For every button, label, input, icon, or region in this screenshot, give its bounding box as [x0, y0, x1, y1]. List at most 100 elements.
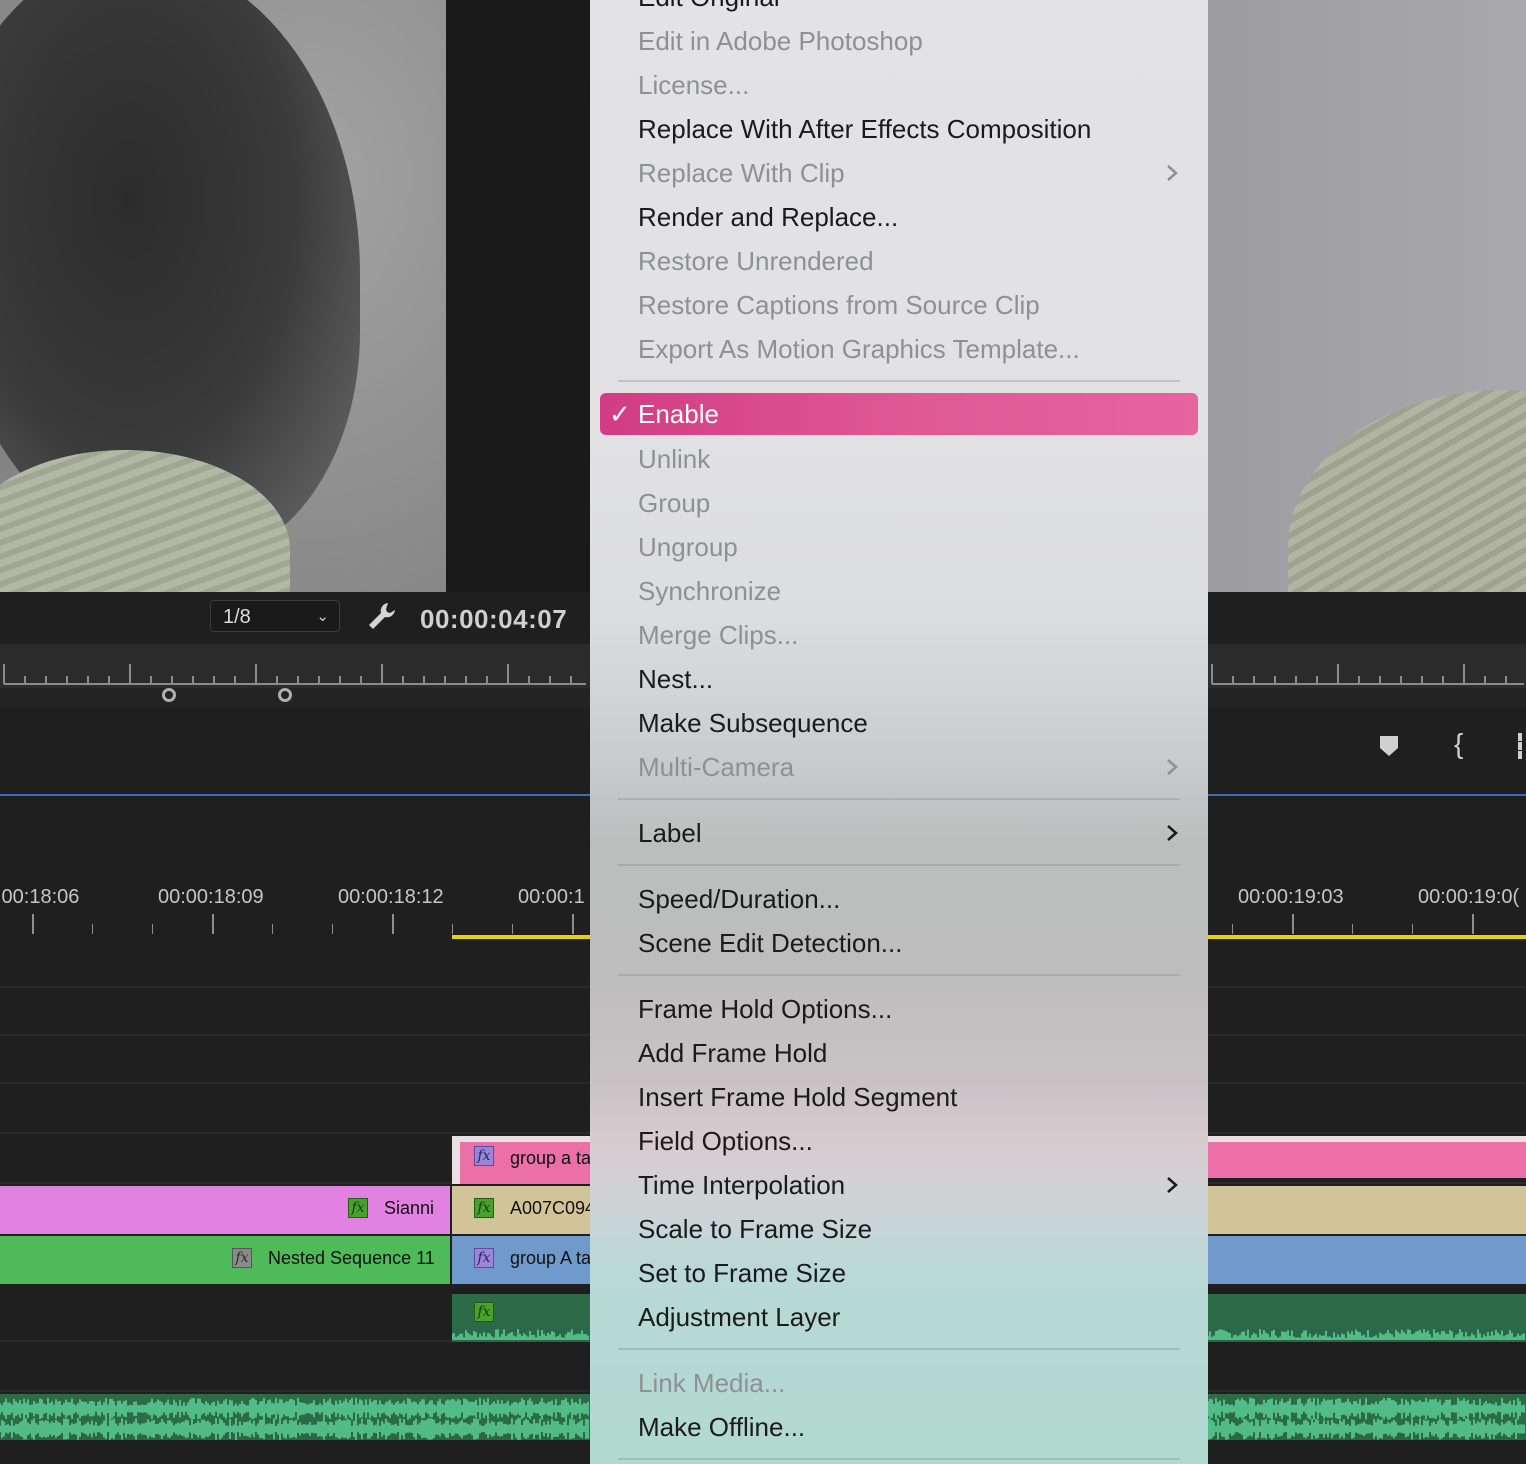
audio-clip-a2-continued[interactable] [1208, 1394, 1526, 1440]
menu-item-label: Field Options... [638, 1126, 813, 1156]
audio-clip-a2[interactable] [0, 1394, 590, 1440]
menu-item-replace-with-clip[interactable]: Replace With Clip [600, 152, 1198, 194]
menu-item-label: Multi-Camera [638, 752, 795, 782]
menu-item-time-interpolation[interactable]: Time Interpolation [600, 1164, 1198, 1206]
audio-waveform [1208, 1397, 1525, 1440]
menu-item-label-submenu[interactable]: Label [600, 812, 1198, 854]
menu-item-label: Replace With Clip [638, 158, 845, 188]
menu-item-adjustment-layer[interactable]: Adjustment Layer [600, 1296, 1198, 1338]
audio-clip-a1-continued[interactable] [1208, 1294, 1526, 1342]
menu-item-speed-duration[interactable]: Speed/Duration... [600, 878, 1198, 920]
menu-item-synchronize[interactable]: Synchronize [600, 570, 1198, 612]
menu-item-edit-in-photoshop[interactable]: Edit in Adobe Photoshop [600, 20, 1198, 62]
menu-item-make-subsequence[interactable]: Make Subsequence [600, 702, 1198, 744]
clip-group-a[interactable]: fx group a ta [452, 1136, 590, 1184]
time-ruler-label: 00:00:18:12 [338, 886, 444, 908]
menu-separator [618, 380, 1180, 382]
fx-badge: fx [474, 1248, 494, 1268]
chevron-right-icon [1167, 759, 1178, 775]
menu-item-label: Scene Edit Detection... [638, 928, 903, 958]
mark-in-icon[interactable]: { [1454, 728, 1463, 760]
clip-name: group a ta [510, 1148, 590, 1168]
menu-item-label: Insert Frame Hold Segment [638, 1082, 958, 1112]
fx-badge: fx [474, 1146, 494, 1166]
menu-item-ungroup[interactable]: Ungroup [600, 526, 1198, 568]
menu-item-label: Make Subsequence [638, 708, 868, 738]
chevron-right-icon [1167, 1177, 1178, 1193]
subject-sweater-image [1288, 390, 1526, 592]
work-area-bar[interactable] [1208, 935, 1526, 939]
fx-badge: fx [232, 1248, 252, 1268]
time-ruler-label: 00:00:19:03 [1238, 886, 1344, 908]
menu-item-field-options[interactable]: Field Options... [600, 1120, 1198, 1162]
add-marker-icon[interactable] [1379, 735, 1399, 757]
menu-item-label: Group [638, 488, 711, 518]
menu-item-label: Label [638, 818, 702, 848]
menu-item-label: Frame Hold Options... [638, 994, 893, 1024]
time-ruler-label: 00:00:1 [518, 886, 585, 908]
menu-item-merge-clips[interactable]: Merge Clips... [600, 614, 1198, 656]
menu-item-label: Restore Unrendered [638, 246, 874, 276]
clip-context-menu: Edit Original Edit in Adobe Photoshop Li… [590, 0, 1208, 1464]
clip-sianni[interactable]: fx Sianni [0, 1186, 450, 1234]
checkmark-icon: ✓ [609, 399, 631, 429]
clip-a007c094[interactable]: fx A007C094 [452, 1186, 590, 1234]
mark-out-icon[interactable] [1518, 733, 1526, 759]
menu-item-label: Synchronize [638, 576, 782, 606]
zoom-handle-start[interactable] [162, 688, 176, 702]
menu-separator [618, 974, 1180, 976]
menu-item-set-to-frame-size[interactable]: Set to Frame Size [600, 1252, 1198, 1294]
playback-resolution-select[interactable]: 1/8 ⌄ [210, 600, 340, 632]
menu-item-unlink[interactable]: Unlink [600, 438, 1198, 480]
menu-item-label: Speed/Duration... [638, 884, 841, 914]
menu-item-label: License... [638, 70, 750, 100]
playhead-timecode[interactable]: 00:00:04:07 [420, 604, 567, 635]
menu-separator [618, 1348, 1180, 1350]
menu-item-insert-frame-hold[interactable]: Insert Frame Hold Segment [600, 1076, 1198, 1118]
menu-item-add-frame-hold[interactable]: Add Frame Hold [600, 1032, 1198, 1074]
menu-item-render-and-replace[interactable]: Render and Replace... [600, 196, 1198, 238]
menu-item-replace-with-ae[interactable]: Replace With After Effects Composition [600, 108, 1198, 150]
menu-item-nest[interactable]: Nest... [600, 658, 1198, 700]
clip-name: A007C094 [510, 1198, 590, 1218]
menu-separator [618, 864, 1180, 866]
fx-badge: fx [474, 1198, 494, 1218]
clip-group-a-blue[interactable]: fx group A ta [452, 1236, 590, 1284]
clip-name: group A ta [510, 1248, 590, 1268]
menu-item-frame-hold-options[interactable]: Frame Hold Options... [600, 988, 1198, 1030]
menu-item-export-mogrt[interactable]: Export As Motion Graphics Template... [600, 328, 1198, 370]
menu-item-label: Edit in Adobe Photoshop [638, 26, 923, 56]
menu-item-group[interactable]: Group [600, 482, 1198, 524]
audio-waveform [1208, 1329, 1525, 1340]
menu-item-enable[interactable]: ✓ Enable [600, 393, 1198, 435]
menu-item-label: Add Frame Hold [638, 1038, 828, 1068]
menu-item-scene-edit-detection[interactable]: Scene Edit Detection... [600, 922, 1198, 964]
audio-clip-a1[interactable]: fx [452, 1294, 590, 1342]
audio-waveform [0, 1397, 589, 1440]
clip-a007c094-continued[interactable] [1208, 1186, 1526, 1234]
menu-item-label: Export As Motion Graphics Template... [638, 334, 1080, 364]
work-area-bar[interactable] [452, 935, 590, 939]
menu-item-label: Make Offline... [638, 1412, 806, 1442]
zoom-handle-end[interactable] [278, 688, 292, 702]
wrench-icon[interactable] [366, 600, 398, 632]
menu-separator [618, 798, 1180, 800]
menu-item-restore-unrendered[interactable]: Restore Unrendered [600, 240, 1198, 282]
clip-group-a-continued[interactable] [1208, 1136, 1526, 1178]
time-ruler-label: 00:00:19:0( [1418, 886, 1520, 908]
time-ruler-label: :00:18:06 [0, 886, 80, 908]
menu-item-multi-camera[interactable]: Multi-Camera [600, 746, 1198, 788]
menu-item-restore-captions[interactable]: Restore Captions from Source Clip [600, 284, 1198, 326]
program-monitor-letterbox [446, 0, 590, 592]
menu-item-license[interactable]: License... [600, 64, 1198, 106]
menu-item-label: Unlink [638, 444, 711, 474]
menu-item-edit-original[interactable]: Edit Original [600, 0, 1198, 18]
clip-group-a-blue-continued[interactable] [1208, 1236, 1526, 1284]
menu-item-label: Nest... [638, 664, 714, 694]
clip-nested-sequence-11[interactable]: fx Nested Sequence 11 [0, 1236, 450, 1284]
menu-item-make-offline[interactable]: Make Offline... [600, 1406, 1198, 1448]
fx-badge: fx [348, 1198, 368, 1218]
menu-item-scale-to-frame-size[interactable]: Scale to Frame Size [600, 1208, 1198, 1250]
menu-item-link-media[interactable]: Link Media... [600, 1362, 1198, 1404]
menu-item-label: Enable [638, 399, 719, 429]
